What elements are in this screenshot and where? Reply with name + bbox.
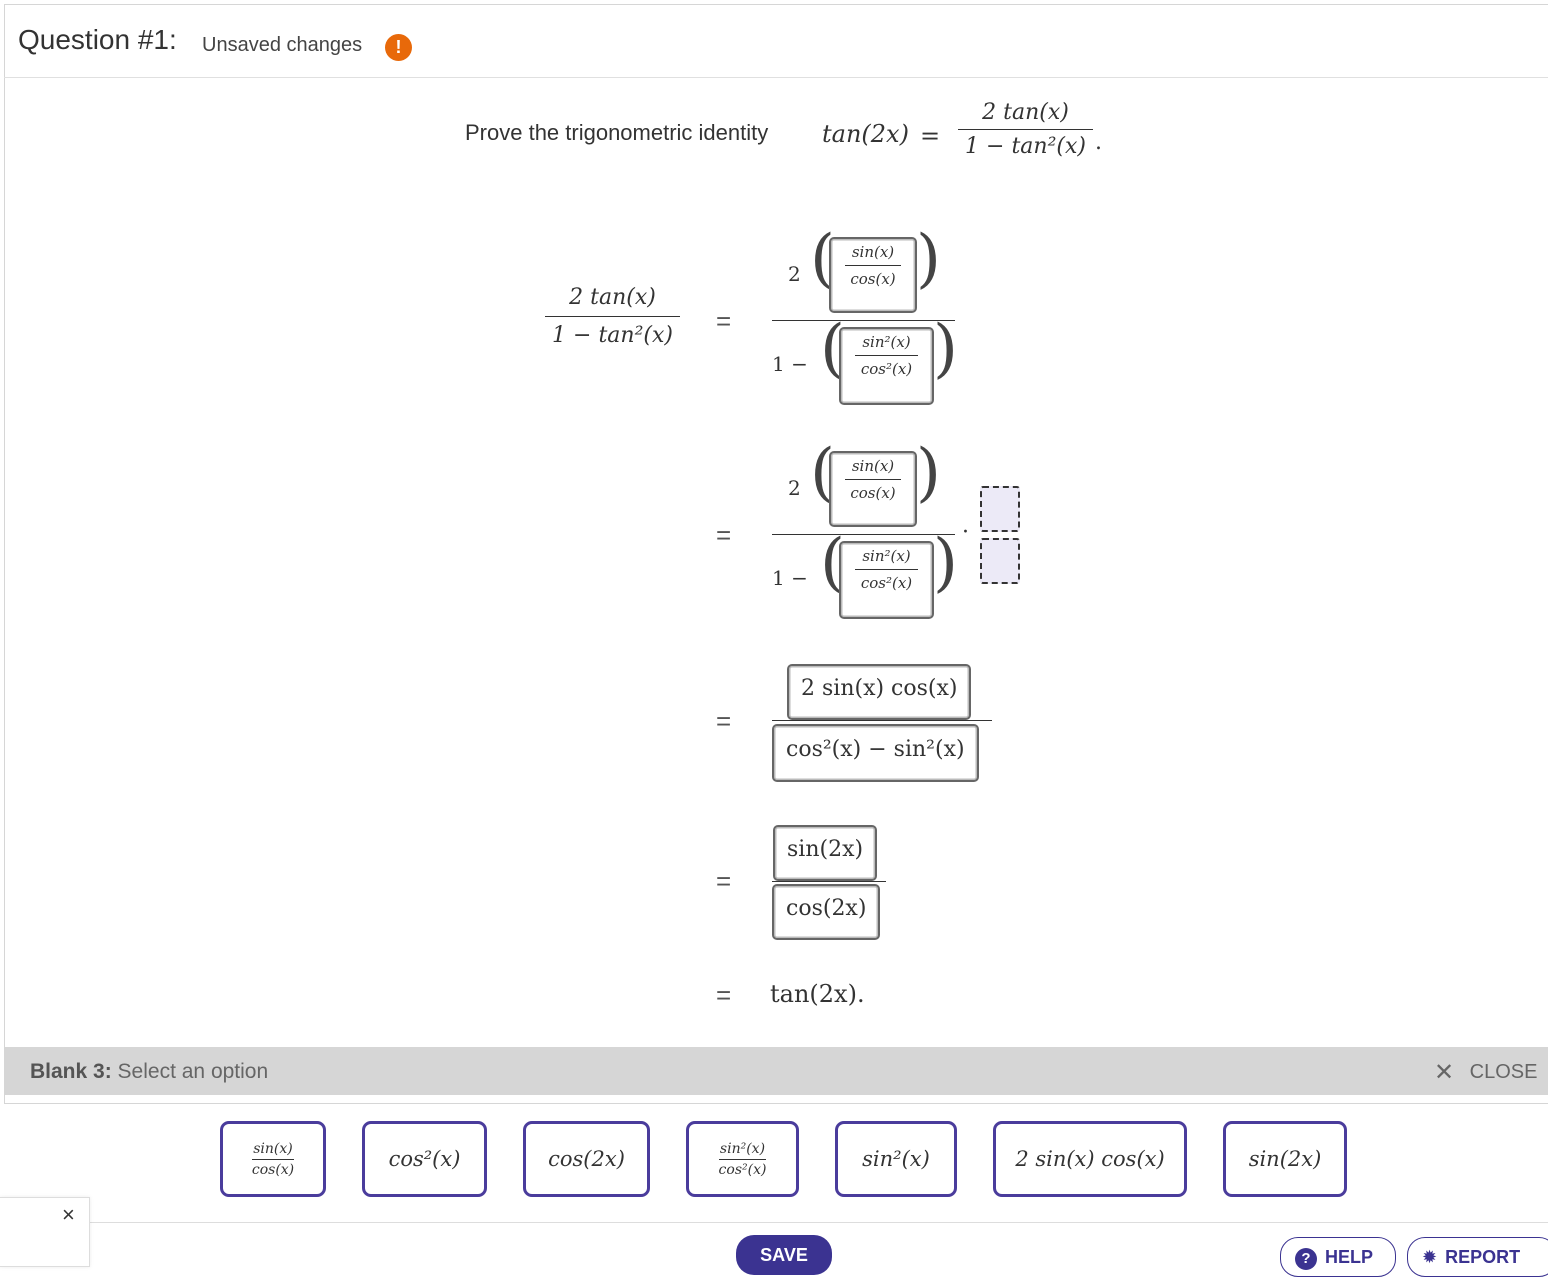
report-button[interactable]: ✹ REPORT	[1407, 1237, 1548, 1277]
option-sin-squared[interactable]: sin²(x)	[835, 1121, 957, 1197]
option-num: sin²(x)	[719, 1140, 766, 1157]
step1-sin-cos-box: sin(x) cos(x)	[829, 237, 917, 313]
close-button[interactable]: ✕ CLOSE	[1434, 1058, 1537, 1087]
option-den: cos(x)	[251, 1161, 295, 1178]
step5-result: tan(2x).	[770, 980, 865, 1008]
equals-sign: =	[716, 706, 732, 736]
option-sin2-over-cos2[interactable]: sin²(x) cos²(x)	[686, 1121, 799, 1197]
equals-sign: =	[716, 306, 732, 336]
step2-sin: sin(x)	[851, 457, 895, 475]
step3-den: cos²(x) − sin²(x)	[786, 737, 965, 762]
option-label: sin(2x)	[1248, 1147, 1322, 1171]
option-num: sin(x)	[253, 1140, 293, 1157]
step2-sin2-cos2-box: sin²(x) cos²(x)	[839, 541, 934, 619]
problem-prompt: Prove the trigonometric identity	[465, 120, 768, 146]
step2-sin-cos-box: sin(x) cos(x)	[829, 451, 917, 527]
step1-coef: 2	[788, 262, 801, 286]
blank-hint: Select an option	[117, 1060, 269, 1083]
step4-num: sin(2x)	[787, 837, 864, 862]
prompt-lhs: tan(2x)	[822, 120, 909, 148]
unsaved-status: Unsaved changes	[202, 34, 363, 56]
blank-denominator[interactable]	[980, 538, 1020, 584]
question-header: Question #1: Unsaved changes !	[4, 4, 1548, 78]
step4-den-box: cos(2x)	[772, 884, 881, 940]
step1-one: 1 −	[772, 352, 808, 376]
report-label: REPORT	[1445, 1247, 1521, 1267]
option-label: sin²(x)	[862, 1147, 930, 1171]
equals-sign: =	[716, 866, 732, 896]
proof-lhs-den: 1 − tan²(x)	[552, 323, 673, 348]
step3-num: 2 sin(x) cos(x)	[801, 676, 958, 701]
step1-cos2: cos²(x)	[860, 360, 913, 378]
step1-sin2: sin²(x)	[862, 333, 911, 351]
prompt-rhs-den: 1 − tan²(x)	[965, 134, 1086, 159]
step2-one: 1 −	[772, 566, 808, 590]
step2-cos2: cos²(x)	[860, 574, 913, 592]
step1-sin2-cos2-box: sin²(x) cos²(x)	[839, 327, 934, 405]
prompt-rhs-num: 2 tan(x)	[982, 100, 1069, 125]
prompt-rhs-fraction: 2 tan(x) 1 − tan²(x)	[958, 100, 1093, 159]
multiply-dot: ·	[962, 520, 969, 545]
help-icon: ?	[1295, 1248, 1317, 1270]
proof-lhs-num: 2 tan(x)	[569, 285, 656, 310]
side-panel: ×	[0, 1197, 90, 1267]
blank-number: Blank 3:	[30, 1060, 112, 1083]
side-close-icon[interactable]: ×	[62, 1202, 75, 1228]
option-2sin-cos[interactable]: 2 sin(x) cos(x)	[993, 1121, 1187, 1197]
equals-sign: =	[716, 980, 732, 1010]
close-icon: ✕	[1434, 1059, 1455, 1086]
option-cos-2x[interactable]: cos(2x)	[523, 1121, 650, 1197]
equals-sign: =	[716, 520, 732, 550]
step1-cos: cos(x)	[850, 270, 896, 288]
blank-selection-bar: Blank 3: Select an option ✕ CLOSE	[4, 1047, 1548, 1095]
save-button[interactable]: SAVE	[736, 1235, 832, 1275]
footer-divider	[90, 1222, 1548, 1223]
step3-den-box: cos²(x) − sin²(x)	[772, 724, 979, 782]
prompt-text: Prove the trigonometric identity	[465, 120, 769, 145]
option-sin-2x[interactable]: sin(2x)	[1223, 1121, 1347, 1197]
proof-lhs-fraction: 2 tan(x) 1 − tan²(x)	[545, 285, 680, 348]
prompt-equals: =	[920, 122, 941, 150]
step4-den: cos(2x)	[786, 896, 867, 921]
help-label: HELP	[1325, 1247, 1374, 1267]
step2-coef: 2	[788, 476, 801, 500]
step1-sin: sin(x)	[851, 243, 895, 261]
option-den: cos²(x)	[718, 1161, 767, 1178]
help-button[interactable]: ? HELP	[1280, 1237, 1396, 1277]
step4-num-box: sin(2x)	[773, 825, 878, 881]
blank-label: Blank 3: Select an option	[30, 1060, 268, 1084]
option-sin-over-cos[interactable]: sin(x) cos(x)	[220, 1121, 326, 1197]
step3-num-box: 2 sin(x) cos(x)	[787, 664, 972, 720]
option-label: 2 sin(x) cos(x)	[1015, 1147, 1165, 1171]
close-label: CLOSE	[1469, 1061, 1538, 1083]
question-title: Question #1:	[18, 24, 177, 55]
blank-numerator[interactable]	[980, 486, 1020, 532]
step2-sin2: sin²(x)	[862, 547, 911, 565]
option-label: cos²(x)	[388, 1147, 461, 1171]
step2-cos: cos(x)	[850, 484, 896, 502]
option-cos-squared[interactable]: cos²(x)	[362, 1121, 487, 1197]
option-label: cos(2x)	[548, 1147, 625, 1171]
bug-icon: ✹	[1422, 1247, 1438, 1267]
warning-icon: !	[385, 34, 412, 61]
